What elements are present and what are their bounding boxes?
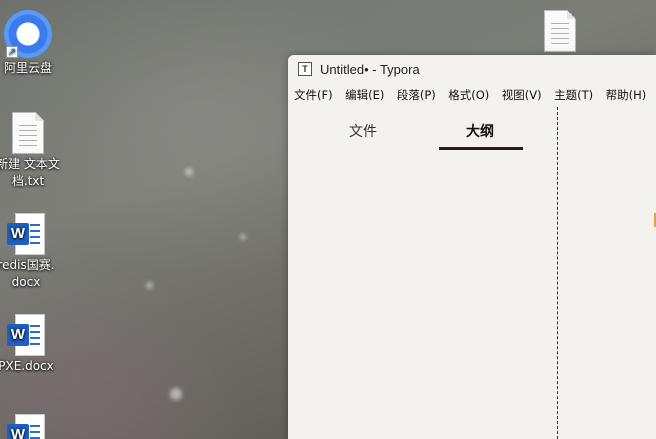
sidebar: 文件 大纲 [288,107,557,439]
typora-window: T Untitled• - Typora 文件(F) 编辑(E) 段落(P) 格… [288,55,656,439]
desktop-icon-aliyun-drive[interactable]: ↗ 阿里云盘 [0,10,60,77]
menu-help[interactable]: 帮助(H) [606,87,647,103]
text-file-icon [544,10,576,52]
aliyun-drive-icon: ↗ [4,10,52,58]
desktop-icon-label: PXE.docx [0,359,54,373]
desktop-icon-text-file[interactable] [528,10,592,52]
sidebar-resize-handle[interactable] [557,107,558,439]
window-title: Untitled• - Typora [320,61,420,77]
desktop-icon-label: redis国赛. docx [0,258,55,289]
text-file-icon [12,112,44,154]
tab-files[interactable]: 文件 [349,121,377,141]
word-doc-icon: W [7,314,45,356]
menu-paragraph[interactable]: 段落(P) [397,87,436,103]
shortcut-arrow-icon: ↗ [6,46,18,58]
menu-edit[interactable]: 编辑(E) [345,87,384,103]
desktop-icon-redis-docx[interactable]: W redis国赛. docx [0,213,58,291]
title-bar[interactable]: T Untitled• - Typora [288,55,656,83]
word-doc-icon: W [7,213,45,255]
desktop-icon-new-text-file[interactable]: 新建 文本文 档.txt [0,112,60,190]
tab-outline[interactable]: 大纲 [466,121,494,141]
desktop-icon-word-doc[interactable]: W [0,414,58,439]
desktop-icon-label: 新建 文本文 档.txt [0,157,60,188]
typora-app-icon: T [298,62,312,76]
menu-themes[interactable]: 主题(T) [554,87,593,103]
wallpaper-speck [185,168,193,176]
menu-format[interactable]: 格式(O) [448,87,489,103]
menu-file[interactable]: 文件(F) [294,87,333,103]
active-tab-indicator [439,147,523,150]
wallpaper-speck [240,234,246,240]
wallpaper-speck [170,388,182,400]
desktop: ↗ 阿里云盘 新建 文本文 档.txt W redis国赛. docx W PX… [0,0,656,439]
word-doc-icon: W [7,414,45,439]
wallpaper-speck [146,282,153,289]
menu-view[interactable]: 视图(V) [502,87,542,103]
menu-bar: 文件(F) 编辑(E) 段落(P) 格式(O) 视图(V) 主题(T) 帮助(H… [288,83,656,107]
desktop-icon-pxe-docx[interactable]: W PXE.docx [0,314,58,375]
desktop-icon-label: 阿里云盘 [3,61,52,75]
